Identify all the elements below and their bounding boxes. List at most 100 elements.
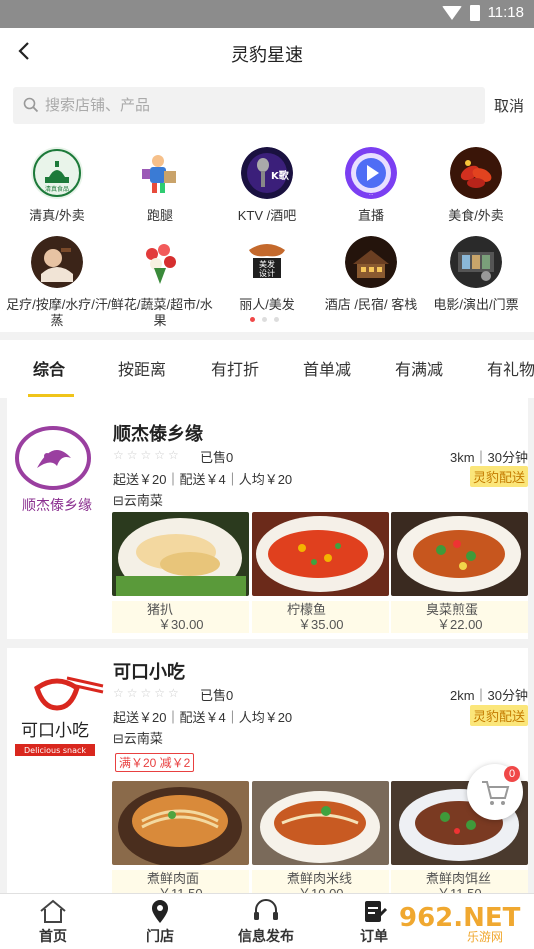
errand-runner-icon [134,147,186,199]
tab-comprehensive[interactable]: 综合 [33,356,65,380]
search-row: 取消 [0,76,534,134]
category-beauty[interactable]: 美发 设计 丽人/美发 [214,236,320,313]
watermark-text: 962.NET [399,903,521,933]
tab-full-reduction[interactable]: 有满减 [395,356,443,380]
tab-distance[interactable]: 按距离 [118,356,166,380]
page-title: 灵豹星速 [231,45,303,65]
category-food[interactable]: 美食/外卖 [423,147,529,224]
film-reel-icon [450,236,502,288]
search-box[interactable] [13,87,485,124]
delivery-badge: 灵豹配送 [469,705,528,726]
category-label: KTV /酒吧 [237,208,297,223]
cart-count-badge: 0 [504,766,520,782]
dish-item[interactable]: 柠檬鱼 ￥35.00 [252,512,389,633]
sold-count: 已售0 [200,688,234,703]
category-live[interactable]: ··· 直播 [318,147,424,224]
dish-photo [252,781,389,865]
dish-price: ￥30.00 [158,617,204,632]
shop-logo-subtext: Delicious snack [24,746,86,755]
bottom-tab-store[interactable]: 门店 [120,898,200,946]
dish-caption: 臭菜煎蛋 ￥22.00 [391,601,528,633]
dish-caption: 柠檬鱼 ￥35.00 [252,601,389,633]
dish-name: 煮鲜肉米线 [287,871,353,886]
carousel-dot[interactable] [274,317,279,322]
category-label: /鲜花/蔬菜/超市/水果 [107,297,213,328]
bottom-tab-label: 门店 [146,928,174,944]
home-icon [40,899,66,923]
category-spa[interactable]: 足疗/按摩/水疗/汗蒸 [4,236,110,329]
category-movie[interactable]: 电影/演出/门票 [423,236,529,313]
category-halal[interactable]: 清真食品 清真/外卖 [4,147,110,224]
shop-card[interactable]: 顺杰傣乡缘 顺杰傣乡缘 ☆☆☆☆☆ 已售0 3km｜30分钟 起送￥20｜配送￥… [7,398,528,639]
flower-bouquet-icon [134,236,186,288]
svg-text:···: ··· [369,192,374,198]
category-flowers[interactable]: /鲜花/蔬菜/超市/水果 [107,236,213,329]
location-pin-icon [152,900,168,923]
headset-icon [254,899,278,920]
fee-info: 起送￥20｜配送￥4｜人均￥20 [113,710,293,725]
cancel-button[interactable]: 取消 [494,95,524,116]
shop-name[interactable]: 可口小吃 [113,658,185,684]
bottom-tab-label: 信息发布 [238,928,294,944]
category-label: 酒店 /民宿/ 客栈 [324,297,418,312]
dish-name: 猪扒 [147,602,174,617]
shop-logo: 可口小吃 Delicious snack [7,668,107,768]
battery-icon [469,4,480,21]
cuisine-tag: ⊟云南菜 [113,728,163,747]
order-clipboard-icon [365,901,388,922]
svg-text:K歌: K歌 [271,169,290,182]
cuisine-tag: ⊟云南菜 [113,490,163,509]
dish-item[interactable]: 猪扒 ￥30.00 [112,512,249,633]
cuisine-label: 云南菜 [123,493,163,508]
bottom-tab-publish[interactable]: 信息发布 [226,898,306,946]
dish-photo [252,512,389,596]
shop-card[interactable]: 可口小吃 Delicious snack 可口小吃 ☆☆☆☆☆ 已售0 2km｜… [7,648,528,902]
shop-name[interactable]: 顺杰傣乡缘 [113,420,203,446]
sold-count: 已售0 [200,450,234,465]
shop-logo: 顺杰傣乡缘 [7,418,107,518]
cuisine-icon: ⊟ [113,731,124,746]
category-ktv[interactable]: K歌 KTV /酒吧 [214,147,320,224]
category-hotel[interactable]: 酒店 /民宿/ 客栈 [318,236,424,313]
category-label: 足疗/按摩/水疗/汗蒸 [6,297,108,328]
rating-stars: ☆☆☆☆☆ [113,448,182,462]
watermark-subtext: 乐游网 [467,930,503,944]
carousel-dot-active[interactable] [250,317,255,322]
tab-discount[interactable]: 有打折 [211,356,259,380]
category-grid: 清真食品 清真/外卖 跑腿 K歌 KTV /酒吧 ··· 直播 美食/外卖 足疗… [0,134,534,332]
bottom-tab-home[interactable]: 首页 [13,898,93,946]
dish-price: ￥22.00 [437,617,483,632]
promo-badge: 满￥20 减￥2 [115,753,195,772]
halal-mosque-icon: 清真食品 [31,147,83,199]
category-label: 电影/演出/门票 [433,297,519,312]
category-label: 直播 [357,208,384,223]
status-icons: 11:18 [441,4,524,21]
category-label: 美食/外卖 [448,208,504,223]
category-label: 跑腿 [146,208,173,223]
search-icon [23,97,39,113]
site-watermark-logo: 962.NET 乐游网 [395,898,530,944]
spa-massage-icon [31,236,83,288]
search-input[interactable] [45,87,465,124]
dish-item[interactable]: 煮鲜肉面 ￥11.50 [112,781,249,902]
nav-bar: 灵豹星速 [0,28,534,76]
fee-info: 起送￥20｜配送￥4｜人均￥20 [113,472,293,487]
cart-button[interactable]: 0 [467,764,523,820]
tab-gift[interactable]: 有礼物 [487,356,534,380]
status-time: 11:18 [487,4,524,21]
ktv-microphone-icon: K歌 [241,147,293,199]
svg-text:清真食品: 清真食品 [45,185,69,193]
dish-name: 臭菜煎蛋 [426,602,479,617]
distance-time: 3km｜30分钟 [449,450,528,465]
wifi-icon [441,5,462,20]
tab-first-order[interactable]: 首单减 [303,356,351,380]
svg-text:美发: 美发 [259,259,275,269]
carousel-dot[interactable] [262,317,267,322]
category-errand[interactable]: 跑腿 [107,147,213,224]
status-bar: 11:18 [0,0,534,28]
dish-name: 柠檬鱼 [287,602,327,617]
live-play-icon: ··· [345,147,397,199]
dish-item[interactable]: 煮鲜肉米线 ￥10.00 [252,781,389,902]
dish-item[interactable]: 臭菜煎蛋 ￥22.00 [391,512,528,633]
dish-photo [112,512,249,598]
